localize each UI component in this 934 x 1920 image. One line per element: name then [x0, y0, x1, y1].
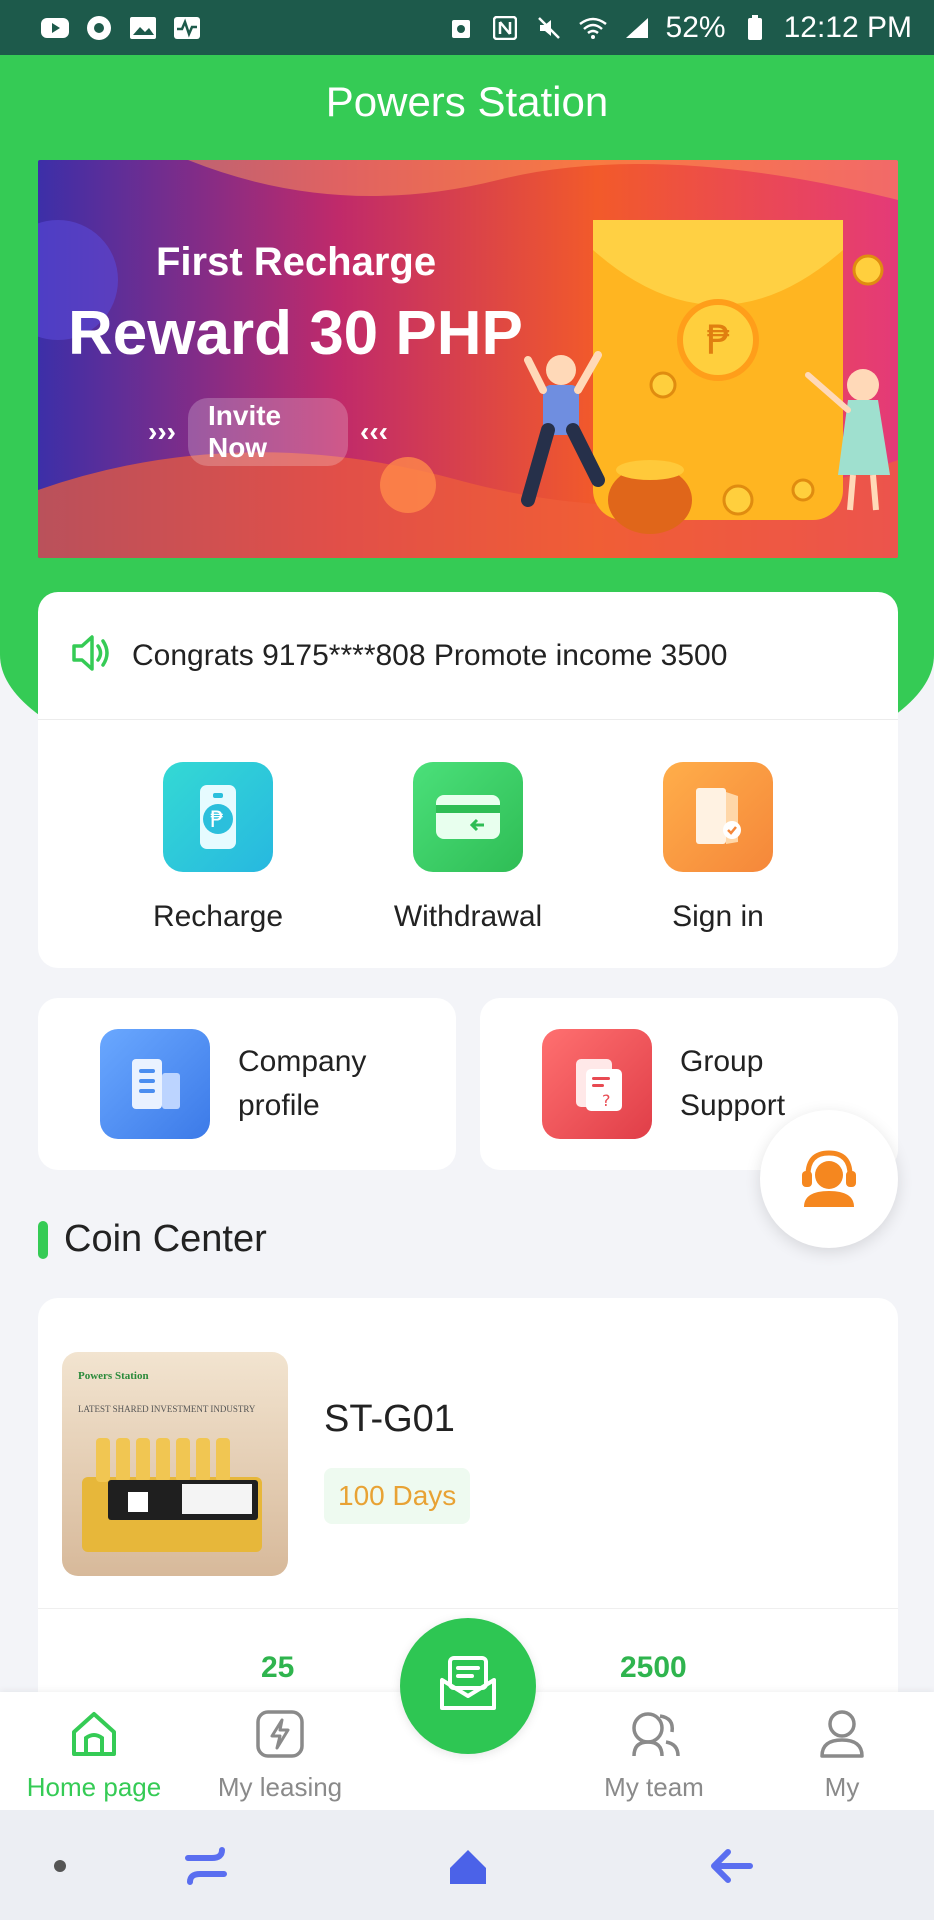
system-nav-bar: [0, 1810, 934, 1920]
invite-now-button[interactable]: ››› Invite Now ‹‹‹: [148, 398, 388, 466]
sign-in-button[interactable]: Sign in: [618, 762, 818, 934]
company-profile-line2: profile: [238, 1089, 320, 1122]
speaker-icon: [68, 630, 114, 681]
product-image-brand: Powers Station: [78, 1370, 149, 1382]
sign-in-label: Sign in: [672, 900, 764, 933]
svg-text:₱: ₱: [210, 808, 224, 833]
signal-icon: [622, 15, 652, 41]
data-saver-icon: [446, 15, 476, 41]
team-icon: [626, 1706, 682, 1762]
svg-text:₱: ₱: [706, 318, 731, 364]
banner-headline: First Recharge: [156, 240, 437, 284]
product-card[interactable]: Powers Station LATEST SHARED INVESTMENT …: [38, 1298, 898, 1608]
tab-my-leasing[interactable]: My leasing: [190, 1706, 370, 1803]
document-question-icon: ?: [542, 1029, 652, 1139]
company-profile-label: Company profile: [238, 1040, 366, 1128]
nfc-icon: [490, 15, 520, 41]
product-image: Powers Station LATEST SHARED INVESTMENT …: [62, 1352, 288, 1576]
status-bar-left: [40, 15, 202, 41]
battery-percent: 52%: [665, 10, 726, 44]
chrome-icon: [84, 15, 114, 41]
center-mail-button[interactable]: [400, 1618, 536, 1754]
product-duration-badge: 100 Days: [324, 1468, 471, 1524]
mail-icon: [436, 1654, 500, 1719]
activity-icon: [172, 15, 202, 41]
withdrawal-button[interactable]: Withdrawal: [368, 762, 568, 934]
youtube-icon: [40, 15, 70, 41]
status-time: 12:12 PM: [783, 10, 912, 44]
banner-arrows-left: ›››: [148, 416, 176, 447]
tab-my-team-label: My team: [604, 1772, 704, 1802]
back-icon[interactable]: [700, 1842, 760, 1890]
user-icon: [814, 1706, 870, 1762]
invite-now-label: Invite Now: [187, 398, 349, 466]
product-stat-income: 2500: [620, 1651, 687, 1684]
recharge-label: Recharge: [152, 900, 284, 933]
lightning-icon: [252, 1706, 308, 1762]
product-name: ST-G01: [324, 1398, 455, 1440]
status-bar: 52% 12:12 PM: [0, 0, 934, 55]
quick-actions: ₱ Recharge Withdrawal Sign in: [38, 720, 898, 968]
promo-banner[interactable]: ₱ First Recharge Reward 30 PHP ››› Invit…: [38, 160, 898, 558]
building-icon: [100, 1029, 210, 1139]
group-support-line2: Support: [680, 1089, 786, 1122]
tab-home-page[interactable]: Home page: [4, 1706, 184, 1803]
gallery-icon: [128, 15, 158, 41]
coin-center-heading: Coin Center: [38, 1218, 267, 1261]
tab-my[interactable]: My: [752, 1706, 932, 1803]
home-icon: [66, 1706, 122, 1762]
product-stat-price: 25: [261, 1651, 295, 1684]
notice-ticker: Congrats 9175****808 Promote income 3500: [38, 592, 898, 720]
tab-home-page-label: Home page: [26, 1772, 162, 1802]
door-checkin-icon: [663, 762, 773, 872]
customer-service-button[interactable]: [760, 1110, 898, 1248]
home-nav-icon[interactable]: [438, 1842, 498, 1890]
notice-text: Congrats 9175****808 Promote income 3500: [132, 638, 728, 672]
coin-center-title: Coin Center: [64, 1218, 267, 1260]
wallet-card-icon: [413, 762, 523, 872]
section-accent-bar: [38, 1220, 48, 1259]
group-support-label: Group Support: [680, 1040, 785, 1128]
recharge-button[interactable]: ₱ Recharge: [118, 762, 318, 934]
group-support-line1: Group: [680, 1045, 764, 1078]
tab-my-leasing-label: My leasing: [217, 1772, 343, 1802]
mute-icon: [534, 15, 564, 41]
company-profile-card[interactable]: Company profile: [38, 998, 456, 1170]
battery-icon: [740, 14, 770, 41]
product-image-caption: LATEST SHARED INVESTMENT INDUSTRY: [78, 1404, 256, 1414]
customer-service-icon: [794, 1145, 864, 1214]
recent-apps-icon[interactable]: [176, 1842, 236, 1890]
banner-arrows-right: ‹‹‹: [360, 416, 388, 447]
money-bag-phone-icon: ₱: [163, 762, 273, 872]
nav-dot-indicator: [30, 1842, 90, 1890]
wifi-icon: [578, 15, 608, 41]
tab-my-label: My: [824, 1772, 860, 1802]
withdrawal-label: Withdrawal: [393, 900, 543, 933]
company-profile-line1: Company: [238, 1045, 367, 1078]
page-title: Powers Station: [325, 78, 609, 125]
svg-text:?: ?: [602, 1091, 611, 1110]
status-bar-right: 52% 12:12 PM: [446, 11, 912, 45]
banner-reward: Reward 30 PHP: [68, 299, 523, 368]
tab-my-team[interactable]: My team: [564, 1706, 744, 1803]
